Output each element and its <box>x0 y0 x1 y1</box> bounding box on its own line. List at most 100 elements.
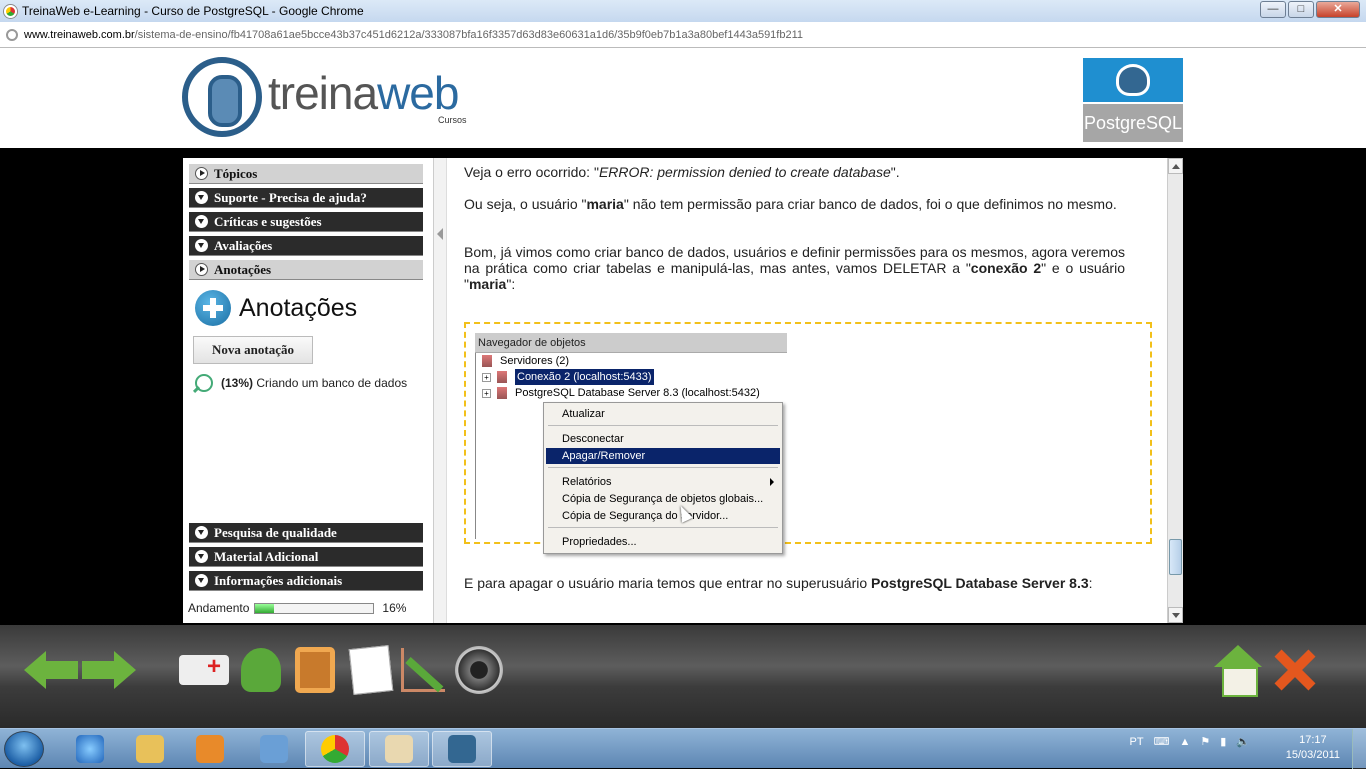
forward-arrow-icon[interactable] <box>80 643 136 697</box>
server-group-icon <box>482 355 492 367</box>
menu-item-relatorios: Relatórios <box>546 474 780 490</box>
expand-icon: + <box>482 388 491 398</box>
chevron-right-icon <box>195 263 208 276</box>
logo-word-treina: treina <box>268 67 378 119</box>
back-arrow-icon[interactable] <box>24 643 80 697</box>
show-desktop-button[interactable] <box>1352 729 1366 769</box>
start-button[interactable] <box>4 731 44 767</box>
sidebar-item-material[interactable]: Material Adicional <box>189 547 423 567</box>
close-x-icon[interactable] <box>1268 643 1320 697</box>
anotacoes-title: Anotações <box>239 293 358 322</box>
sidebar-item-criticas[interactable]: Críticas e sugestões <box>189 212 423 232</box>
minimize-button[interactable]: — <box>1260 1 1286 18</box>
clock-time: 17:17 <box>1299 734 1327 746</box>
sync-icon[interactable] <box>452 643 506 697</box>
clock[interactable]: 17:17 15/03/2011 <box>1286 733 1340 763</box>
course-badge-label: PostgreSQL <box>1083 104 1183 142</box>
chevron-down-icon <box>195 574 208 587</box>
chevron-down-icon <box>195 526 208 539</box>
sidebar-item-label: Pesquisa de qualidade <box>214 524 337 540</box>
scroll-thumb[interactable] <box>1169 539 1182 575</box>
taskbar-explorer[interactable] <box>120 731 180 767</box>
note-text: Criando um banco de dados <box>256 376 408 390</box>
tree-node-conexao2: + Conexão 2 (localhost:5433) <box>482 369 654 385</box>
taskbar-pgadmin[interactable] <box>432 731 492 767</box>
object-browser-title: Navegador de objetos <box>475 333 787 353</box>
close-window-button[interactable]: ✕ <box>1316 1 1360 18</box>
maximize-button[interactable]: □ <box>1288 1 1314 18</box>
chart-icon[interactable] <box>398 643 448 697</box>
note-item[interactable]: (13%) Criando um banco de dados <box>195 374 407 392</box>
progress-label: Andamento <box>188 601 250 615</box>
taskbar-virtualbox[interactable] <box>244 731 304 767</box>
sidebar-item-label: Informações adicionais <box>214 572 343 588</box>
sidebar-item-suporte[interactable]: Suporte - Precisa de ajuda? <box>189 188 423 208</box>
sidebar-item-informacoes[interactable]: Informações adicionais <box>189 571 423 591</box>
magnifier-icon <box>195 374 213 392</box>
sidebar-collapse-handle[interactable] <box>433 158 447 623</box>
flag-icon[interactable]: ⚑ <box>1200 735 1210 748</box>
taskbar-media-player[interactable] <box>180 731 240 767</box>
sidebar-item-topicos[interactable]: Tópicos <box>189 164 423 184</box>
url-path: /sistema-de-ensino/fb41708a61ae5bcce43b3… <box>134 28 804 41</box>
tray-expand-icon[interactable]: ▲ <box>1179 736 1190 748</box>
error-message: ERROR: permission denied to create datab… <box>598 164 891 180</box>
bottom-toolbar <box>0 625 1366 728</box>
sidebar-item-label: Suporte - Precisa de ajuda? <box>214 189 367 205</box>
globe-icon <box>6 28 18 41</box>
menu-item-propriedades: Propriedades... <box>562 536 637 548</box>
treinaweb-logo[interactable]: treinaweb Cursos <box>182 57 467 137</box>
lesson-content: Veja o erro ocorrido: "ERROR: permission… <box>447 158 1167 623</box>
taskbar-chrome[interactable] <box>305 731 365 767</box>
new-note-button[interactable]: Nova anotação <box>193 336 313 364</box>
logo-text: treinaweb <box>268 66 459 120</box>
clipboard-icon[interactable] <box>290 643 340 697</box>
address-bar[interactable]: www.treinaweb.com.br/sistema-de-ensino/f… <box>0 22 1366 48</box>
paragraph-delete: Bom, já vimos como criar banco de dados,… <box>464 244 1125 292</box>
paragraph-error: Veja o erro ocorrido: "ERROR: permission… <box>464 164 900 180</box>
menu-item-atualizar: Atualizar <box>562 408 605 420</box>
plus-circle-icon <box>195 290 231 326</box>
virtualbox-icon <box>260 735 288 763</box>
logo-subtitle: Cursos <box>438 115 467 125</box>
language-indicator[interactable]: PT <box>1130 736 1144 748</box>
sidebar-item-pesquisa[interactable]: Pesquisa de qualidade <box>189 523 423 543</box>
server-icon <box>497 371 507 383</box>
notepad-edit-icon[interactable] <box>346 643 396 697</box>
elephant-icon <box>1116 64 1150 96</box>
volume-icon[interactable]: 🔈 <box>1236 735 1250 748</box>
content-scrollbar[interactable] <box>1167 158 1183 623</box>
scroll-down-button[interactable] <box>1168 607 1183 623</box>
internet-explorer-icon <box>76 735 104 763</box>
note-percent: (13%) <box>221 376 254 390</box>
screenshot-frame: Navegador de objetos Servidores (2) + Con… <box>464 322 1152 554</box>
object-tree: Servidores (2) + Conexão 2 (localhost:543… <box>475 353 787 554</box>
tree-node-postgres: + PostgreSQL Database Server 8.3 (localho… <box>482 385 760 401</box>
media-player-icon <box>196 735 224 763</box>
ambulance-icon[interactable] <box>176 643 232 697</box>
keyboard-icon[interactable]: ⌨ <box>1154 735 1170 748</box>
url-domain: www.treinaweb.com.br <box>24 28 135 41</box>
window-title-bar: TreinaWeb e-Learning - Curso de PostgreS… <box>0 0 1366 22</box>
taskbar-ie[interactable] <box>60 731 120 767</box>
chevron-down-icon <box>195 215 208 228</box>
chevron-down-icon <box>195 239 208 252</box>
chevron-down-icon <box>195 550 208 563</box>
pgadmin-elephant-icon <box>448 735 476 763</box>
taskbar-paint[interactable] <box>369 731 429 767</box>
user-edit-icon[interactable] <box>236 643 286 697</box>
sidebar-item-anotacoes[interactable]: Anotações <box>189 260 423 280</box>
sidebar-item-avaliacoes[interactable]: Avaliações <box>189 236 423 256</box>
scroll-up-button[interactable] <box>1168 158 1183 174</box>
chrome-logo-icon <box>4 4 17 18</box>
context-menu: Atualizar Desconectar Apagar/Remover Rel… <box>543 402 783 554</box>
paragraph-superuser: E para apagar o usuário maria temos que … <box>464 575 1093 591</box>
home-icon[interactable] <box>1210 643 1266 697</box>
window-title: TreinaWeb e-Learning - Curso de PostgreS… <box>22 4 364 18</box>
paint-icon <box>385 735 413 763</box>
server-icon <box>497 387 507 399</box>
anotacoes-heading: Anotações <box>195 290 357 326</box>
network-icon[interactable]: ▮ <box>1220 735 1226 748</box>
folder-icon <box>136 735 164 763</box>
menu-item-copia-globais: Cópia de Segurança de objetos globais... <box>562 493 764 505</box>
